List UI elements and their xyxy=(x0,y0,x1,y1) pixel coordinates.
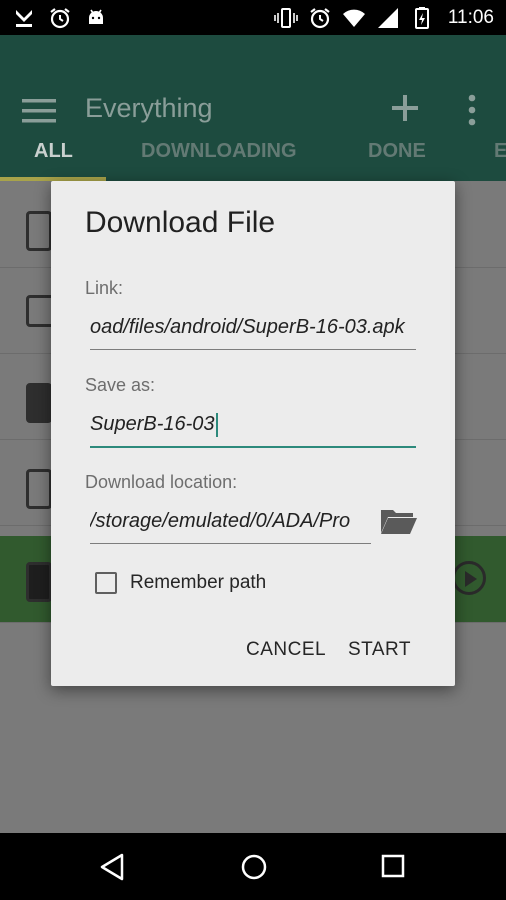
video-icon xyxy=(26,383,52,423)
video-icon xyxy=(26,562,52,602)
device-icon xyxy=(26,211,52,251)
link-label: Link: xyxy=(85,278,124,298)
signal-icon xyxy=(377,8,398,28)
remember-path-label[interactable]: Remember path xyxy=(130,572,266,594)
save-as-field[interactable]: SuperB-16-03 xyxy=(90,406,416,448)
location-value: /storage/emulated/0/ADA/Pro xyxy=(90,510,351,532)
wifi-icon xyxy=(342,9,365,27)
save-as-label: Save as: xyxy=(85,375,156,395)
status-bar: 11:06 xyxy=(0,0,506,35)
start-button[interactable]: START xyxy=(348,639,411,661)
alarm-icon xyxy=(310,8,330,29)
save-as-value: SuperB-16-03 xyxy=(90,413,215,435)
vibrate-icon xyxy=(274,8,298,28)
play-icon[interactable] xyxy=(452,561,486,595)
folder-open-icon[interactable] xyxy=(380,506,418,536)
location-label: Download location: xyxy=(85,472,238,492)
text-cursor xyxy=(215,412,218,437)
device-icon xyxy=(26,469,52,509)
app-bar: Everything ALL DOWNLOADING DONE E xyxy=(0,35,506,181)
home-icon[interactable] xyxy=(240,853,268,881)
tab-e[interactable]: E xyxy=(494,140,506,163)
download-icon xyxy=(16,10,32,27)
link-value: oad/files/android/SuperB-16-03.apk xyxy=(90,316,405,338)
add-icon[interactable] xyxy=(390,93,420,123)
back-icon[interactable] xyxy=(99,853,125,881)
tab-done[interactable]: DONE xyxy=(368,140,426,163)
clock: 11:06 xyxy=(447,7,494,28)
android-icon xyxy=(89,9,103,24)
battery-icon xyxy=(414,7,429,29)
link-field[interactable]: oad/files/android/SuperB-16-03.apk xyxy=(90,309,416,350)
navigation-bar xyxy=(0,833,506,900)
download-file-dialog: Download File Link: oad/files/android/Su… xyxy=(51,181,455,686)
more-vert-icon[interactable] xyxy=(462,93,482,127)
recents-icon[interactable] xyxy=(381,854,405,878)
menu-icon[interactable] xyxy=(22,98,58,124)
tab-downloading[interactable]: DOWNLOADING xyxy=(141,140,297,163)
cancel-button[interactable]: CANCEL xyxy=(246,639,326,661)
app-title: Everything xyxy=(85,93,213,123)
remember-path-checkbox[interactable] xyxy=(95,572,117,594)
location-field[interactable]: /storage/emulated/0/ADA/Pro xyxy=(90,503,371,544)
alarm-icon xyxy=(50,8,70,29)
tab-all[interactable]: ALL xyxy=(34,140,73,163)
dialog-title: Download File xyxy=(85,206,276,239)
